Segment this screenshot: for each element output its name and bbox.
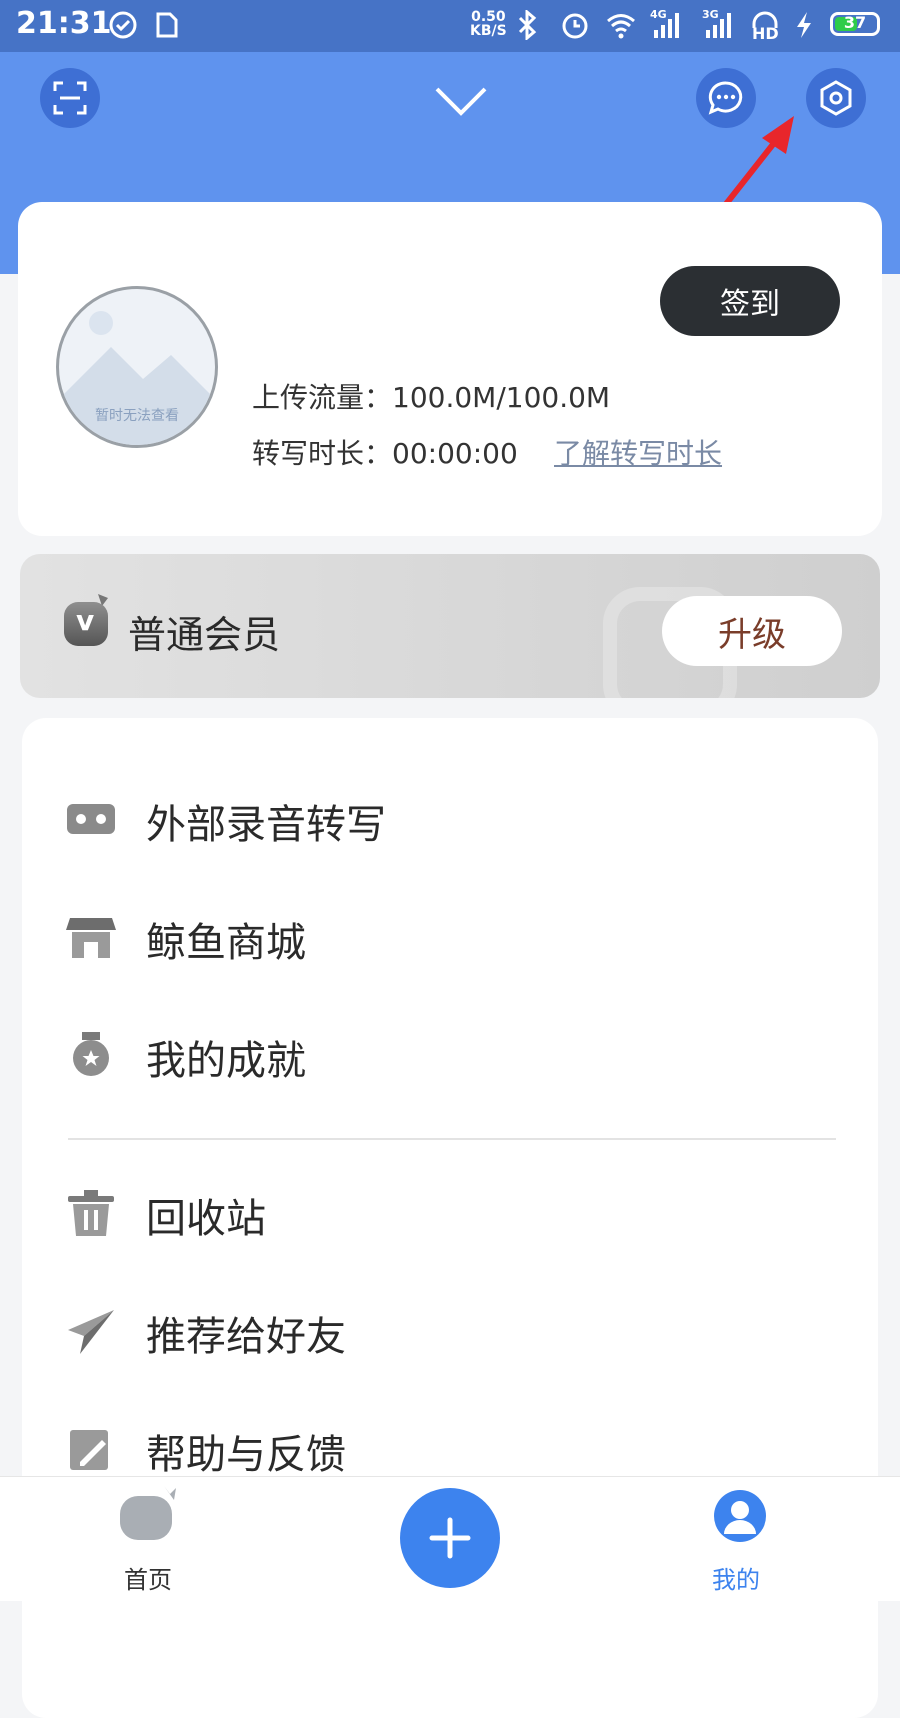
menu-item-label: 帮助与反馈 — [146, 1432, 346, 1478]
bluetooth-icon — [518, 10, 537, 40]
battery-icon: 37 — [830, 12, 880, 36]
alarm-icon — [562, 13, 588, 39]
avatar-placeholder-text: 暂时无法查看 — [95, 408, 179, 424]
menu-item-recommend[interactable]: 推荐给好友 — [22, 1280, 878, 1380]
battery-level: 37 — [843, 13, 867, 32]
edit-icon — [70, 1430, 108, 1470]
paper-plane-icon — [68, 1310, 114, 1354]
scan-button[interactable] — [40, 68, 100, 128]
plus-icon — [429, 1517, 471, 1559]
upload-value: 100.0M/100.0M — [392, 381, 611, 414]
settings-icon — [820, 80, 852, 116]
chevron-down-icon[interactable] — [434, 84, 488, 118]
transcribe-duration: 转写时长：00:00:00 — [252, 432, 518, 472]
scan-icon — [53, 81, 87, 115]
status-time: 21:31 — [16, 6, 112, 41]
upload-quota: 上传流量：100.0M/100.0M — [252, 376, 610, 416]
nav-mine[interactable]: 我的 — [708, 1484, 788, 1594]
store-icon — [66, 918, 116, 958]
vip-badge-letter: v — [76, 604, 95, 637]
wifi-icon — [607, 14, 635, 39]
signal-icon — [654, 13, 679, 38]
network-speed: 0.50 KB/S — [470, 10, 507, 38]
menu-item-external-transcribe[interactable]: 外部录音转写 — [22, 768, 878, 868]
avatar[interactable]: 暂时无法查看 — [56, 286, 218, 448]
nav-home[interactable]: 首页 — [110, 1484, 190, 1594]
transcribe-value: 00:00:00 — [392, 437, 518, 470]
network-speed-unit: KB/S — [470, 23, 507, 39]
menu-item-label: 我的成就 — [146, 1038, 306, 1084]
signin-button[interactable]: 签到 — [660, 266, 840, 336]
trash-icon — [68, 1190, 114, 1236]
menu-item-store[interactable]: 鲸鱼商城 — [22, 886, 878, 986]
network-speed-value: 0.50 — [471, 9, 506, 25]
membership-label: 普通会员 — [128, 613, 281, 657]
whale-home-icon — [120, 1486, 176, 1540]
transcribe-label: 转写时长： — [252, 437, 393, 470]
transcribe-info-link[interactable]: 了解转写时长 — [554, 432, 722, 472]
menu-item-label: 外部录音转写 — [146, 802, 386, 848]
hd-label: HD — [752, 24, 779, 43]
sim-card-icon — [156, 12, 178, 38]
add-button[interactable] — [400, 1488, 500, 1588]
upload-label: 上传流量： — [252, 381, 393, 414]
status-bar: 21:31 0.50 KB/S 4G 3G HD 37 — [0, 0, 900, 52]
nav-mine-label: 我的 — [712, 1566, 760, 1594]
nav-home-label: 首页 — [124, 1566, 172, 1594]
recorder-icon — [67, 804, 115, 834]
menu-item-label: 推荐给好友 — [146, 1314, 346, 1360]
upgrade-button[interactable]: 升级 — [662, 596, 842, 666]
menu-item-label: 回收站 — [146, 1196, 266, 1242]
menu-item-recycle-bin[interactable]: 回收站 — [22, 1162, 878, 1262]
check-circle-icon — [109, 11, 137, 39]
menu-item-label: 鲸鱼商城 — [146, 920, 306, 966]
medal-icon — [73, 1032, 109, 1076]
profile-nav-icon — [714, 1490, 766, 1542]
signal-icon — [706, 13, 731, 38]
charging-icon — [797, 12, 811, 38]
menu-item-achievements[interactable]: 我的成就 — [22, 1004, 878, 1104]
menu-divider — [68, 1138, 836, 1140]
